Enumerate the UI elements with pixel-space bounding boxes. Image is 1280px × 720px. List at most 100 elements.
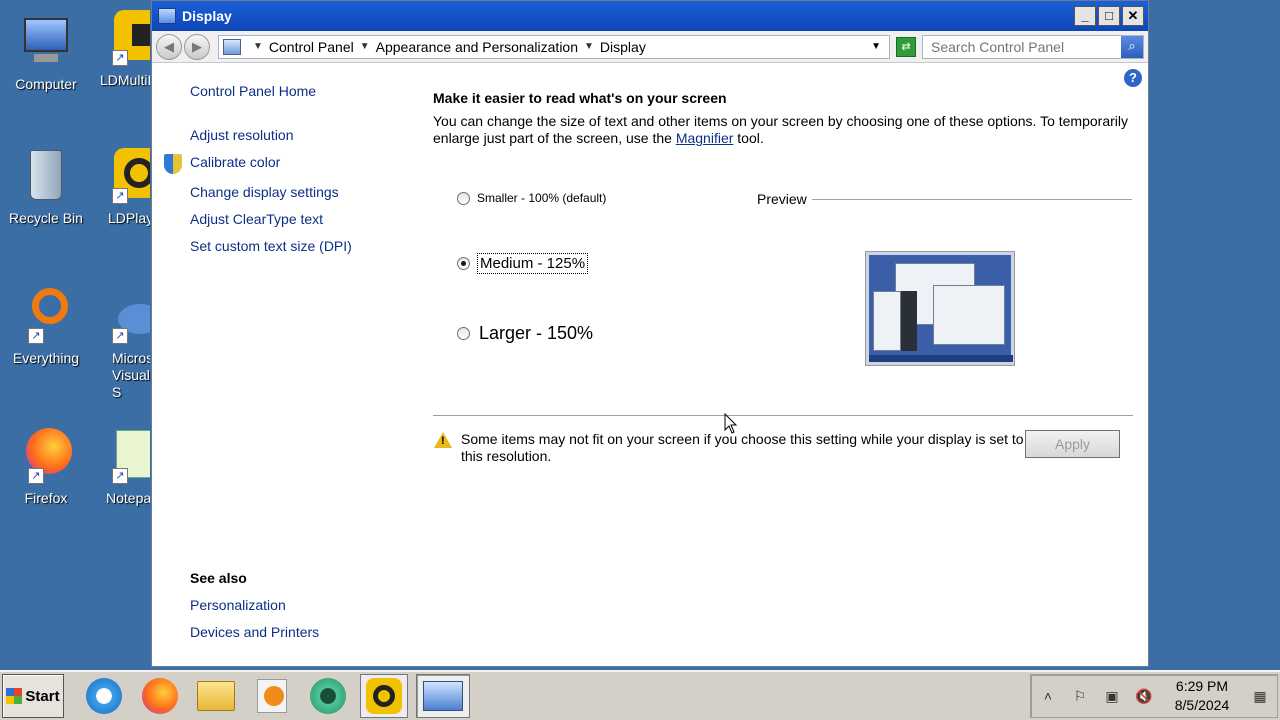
desktop-icon-label: LDPlay bbox=[108, 210, 150, 226]
title-bar[interactable]: Display _ □ ✕ bbox=[152, 1, 1148, 31]
taskbar-internet-explorer[interactable] bbox=[80, 674, 128, 718]
radio-larger[interactable] bbox=[457, 327, 470, 340]
internet-explorer-icon bbox=[86, 678, 122, 714]
search-input[interactable] bbox=[923, 38, 1121, 55]
search-box[interactable]: ⌕ bbox=[922, 34, 1144, 59]
breadcrumb[interactable]: ▼ Control Panel ▼ Appearance and Persona… bbox=[218, 34, 890, 59]
warning-icon: ! bbox=[434, 432, 452, 448]
radio-smaller[interactable] bbox=[457, 192, 470, 205]
desktop-icon-label: Recycle Bin bbox=[9, 210, 83, 226]
notepad-icon: ↗ bbox=[112, 428, 150, 484]
options-divider bbox=[433, 415, 1133, 416]
back-button[interactable]: ◀ bbox=[156, 33, 182, 60]
desktop-icon-firefox[interactable]: ↗ Firefox bbox=[0, 428, 92, 507]
preview-desktop bbox=[869, 255, 1013, 362]
media-player-icon bbox=[257, 679, 287, 713]
adjust-resolution-link[interactable]: Adjust resolution bbox=[190, 127, 294, 143]
desktop-icon-notepad[interactable]: ↗ Notepa bbox=[86, 428, 150, 507]
chevron-down-icon[interactable]: ▼ bbox=[253, 41, 263, 52]
clock[interactable]: 6:29 PM 8/5/2024 bbox=[1167, 677, 1237, 715]
search-icon[interactable]: ⌕ bbox=[1121, 35, 1143, 58]
everything-search-icon: ↗ bbox=[18, 288, 74, 344]
desktop-icon-label: LDMultiP bbox=[100, 72, 150, 88]
see-also-heading: See also bbox=[190, 570, 247, 586]
custom-text-size-link[interactable]: Set custom text size (DPI) bbox=[190, 238, 352, 254]
display-window-icon bbox=[158, 8, 176, 24]
change-display-settings-link[interactable]: Change display settings bbox=[190, 184, 339, 200]
shortcut-arrow-icon: ↗ bbox=[112, 328, 128, 344]
preview-taskbar bbox=[869, 355, 1013, 362]
calibrate-color-link[interactable]: Calibrate color bbox=[190, 154, 280, 170]
minimize-button[interactable]: _ bbox=[1074, 6, 1096, 26]
warning-message: Some items may not fit on your screen if… bbox=[461, 431, 1024, 464]
system-tray: ˄ ⚐ ▣ 🔇 6:29 PM 8/5/2024 ▦ bbox=[1030, 674, 1278, 718]
chevron-down-icon[interactable]: ▼ bbox=[584, 41, 594, 52]
firefox-icon bbox=[142, 678, 178, 714]
computer-icon bbox=[18, 14, 74, 70]
folder-icon bbox=[197, 681, 235, 711]
page-title: Make it easier to read what's on your sc… bbox=[433, 90, 727, 106]
apply-button[interactable]: Apply bbox=[1025, 430, 1120, 458]
taskbar-firefox[interactable] bbox=[136, 674, 184, 718]
close-button[interactable]: ✕ bbox=[1122, 6, 1144, 26]
visual-studio-icon: ↗ bbox=[112, 288, 150, 344]
devices-and-printers-link[interactable]: Devices and Printers bbox=[190, 624, 319, 640]
control-panel-icon bbox=[223, 38, 241, 55]
option-medium-label[interactable]: Medium - 125% bbox=[477, 253, 589, 274]
volume-muted-icon[interactable]: 🔇 bbox=[1135, 688, 1153, 705]
desktop-icon-everything[interactable]: ↗ Everything bbox=[0, 288, 92, 367]
window-controls: _ □ ✕ bbox=[1074, 6, 1148, 26]
notification-icon[interactable]: ▦ bbox=[1251, 688, 1269, 705]
firefox-icon: ↗ bbox=[18, 428, 74, 484]
taskbar-control-panel[interactable] bbox=[416, 674, 470, 718]
desktop-icon-recycle-bin[interactable]: Recycle Bin bbox=[0, 148, 92, 227]
desktop-icon-ldmultiplayer[interactable]: ↗ LDMultiP bbox=[86, 10, 150, 89]
option-smaller-label[interactable]: Smaller - 100% (default) bbox=[477, 191, 606, 205]
mouse-cursor-icon bbox=[724, 412, 738, 435]
control-panel-home-link[interactable]: Control Panel Home bbox=[190, 83, 316, 99]
taskbar-file-explorer[interactable] bbox=[192, 674, 240, 718]
desktop-icon-label: Firefox bbox=[24, 490, 68, 506]
taskbar-ldplayer[interactable] bbox=[360, 674, 408, 718]
start-button[interactable]: Start bbox=[2, 674, 64, 718]
description-text: You can change the size of text and othe… bbox=[433, 113, 1128, 146]
page-description: You can change the size of text and othe… bbox=[433, 113, 1133, 147]
ldmultiplayer-icon: ↗ bbox=[112, 10, 150, 66]
chevron-down-icon[interactable]: ▼ bbox=[360, 41, 370, 52]
shield-icon bbox=[164, 154, 182, 174]
help-button[interactable]: ? bbox=[1124, 69, 1142, 87]
taskbar-media-player[interactable] bbox=[248, 674, 296, 718]
address-dropdown-icon[interactable]: ▼ bbox=[871, 41, 881, 52]
maximize-button[interactable]: □ bbox=[1098, 6, 1120, 26]
preview-image bbox=[865, 251, 1015, 366]
desktop-icon-ldplayer[interactable]: ↗ LDPlay bbox=[86, 148, 150, 227]
ldplayer-icon: ↗ bbox=[112, 148, 150, 204]
preview-label: Preview bbox=[757, 191, 807, 207]
personalization-link[interactable]: Personalization bbox=[190, 597, 286, 613]
shortcut-arrow-icon: ↗ bbox=[28, 328, 44, 344]
network-icon[interactable]: ▣ bbox=[1103, 688, 1121, 705]
desktop-icon-computer[interactable]: Computer bbox=[0, 14, 92, 93]
description-text-end: tool. bbox=[733, 130, 764, 146]
option-larger-label[interactable]: Larger - 150% bbox=[479, 323, 593, 344]
radio-medium[interactable] bbox=[457, 257, 470, 270]
refresh-button[interactable]: ⇄ bbox=[896, 36, 916, 57]
preview-window-left bbox=[873, 291, 901, 351]
show-hidden-icons-icon[interactable]: ˄ bbox=[1039, 688, 1057, 704]
desktop-icon-label: Notepa bbox=[106, 490, 150, 506]
breadcrumb-control-panel[interactable]: Control Panel bbox=[269, 39, 354, 55]
forward-button[interactable]: ▶ bbox=[184, 33, 210, 60]
magnifier-link[interactable]: Magnifier bbox=[676, 130, 734, 146]
adjust-cleartype-link[interactable]: Adjust ClearType text bbox=[190, 211, 323, 227]
control-panel-icon bbox=[423, 681, 463, 711]
breadcrumb-appearance[interactable]: Appearance and Personalization bbox=[376, 39, 578, 55]
breadcrumb-display[interactable]: Display bbox=[600, 39, 646, 55]
taskbar: Start ˄ ⚐ ▣ 🔇 6:29 PM 8/5/2024 ▦ bbox=[0, 670, 1280, 720]
desktop-icon-visual-studio[interactable]: ↗ Micros Visual S bbox=[86, 288, 150, 401]
action-center-flag-icon[interactable]: ⚐ bbox=[1071, 688, 1089, 705]
shortcut-arrow-icon: ↗ bbox=[28, 468, 44, 484]
desktop-icon-label: Computer bbox=[15, 76, 77, 92]
start-label: Start bbox=[25, 687, 60, 705]
clock-time: 6:29 PM bbox=[1175, 678, 1229, 694]
taskbar-ldmultiplayer[interactable] bbox=[304, 674, 352, 718]
